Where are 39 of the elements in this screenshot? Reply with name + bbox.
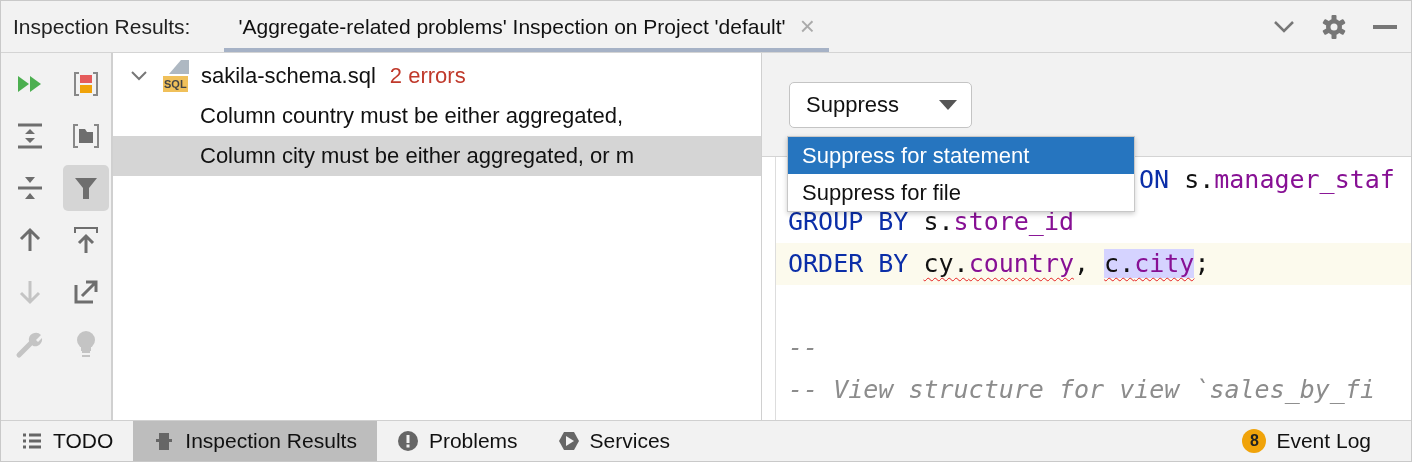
file-name[interactable]: sakila-schema.sql — [201, 63, 376, 89]
filter-button[interactable] — [63, 165, 109, 211]
sql-keyword: ON — [1139, 165, 1171, 194]
file-type-badge: SQL — [163, 76, 188, 92]
expand-all-icon — [15, 121, 45, 151]
code-text: , — [1074, 249, 1091, 278]
sql-keyword: ORDER BY — [788, 249, 910, 278]
code-text: ; — [1194, 249, 1210, 278]
tool-window-tab[interactable]: Services — [537, 421, 691, 461]
chevron-down-icon[interactable] — [1273, 19, 1295, 34]
caret-icon — [939, 100, 957, 110]
error-count: 2 errors — [389, 63, 466, 89]
tool-window-tab[interactable]: TODO — [1, 421, 134, 461]
code-comment: -- View structure for view `sales_by_fi — [788, 375, 1375, 404]
notification-count: 8 — [1242, 429, 1267, 453]
tool-window-tab[interactable]: Inspection Results — [133, 421, 377, 461]
settings-icon[interactable] — [1321, 13, 1347, 40]
play-icon — [557, 430, 580, 452]
code-text: cy. — [923, 249, 969, 278]
suppress-dropdown[interactable]: Suppress — [789, 82, 972, 128]
tool-window-tab[interactable]: Problems — [376, 421, 538, 461]
folder-icon — [71, 121, 101, 151]
event-log-button[interactable]: 8 Event Log — [1222, 421, 1391, 461]
arrow-to-top-icon — [71, 225, 101, 255]
severity-icon — [71, 69, 101, 99]
panel-title: Inspection Results: — [12, 14, 192, 39]
chevron-down-icon[interactable] — [131, 71, 147, 81]
problem-item[interactable]: Column country must be either aggregated, — [113, 96, 761, 136]
code-text: s. — [1184, 165, 1215, 194]
menu-item[interactable]: Suppress for statement — [788, 137, 1134, 174]
code-text: c. — [1104, 249, 1135, 278]
column-name: country — [968, 249, 1074, 278]
column-name: city — [1134, 249, 1195, 278]
exclamation-icon — [396, 430, 419, 452]
code-comment: -- — [788, 333, 819, 362]
document-icon — [169, 60, 189, 74]
problem-item[interactable]: Column city must be either aggregated, or m — [113, 136, 761, 176]
minimize-icon[interactable] — [1373, 24, 1397, 29]
column-name: manager_staf — [1214, 165, 1395, 194]
